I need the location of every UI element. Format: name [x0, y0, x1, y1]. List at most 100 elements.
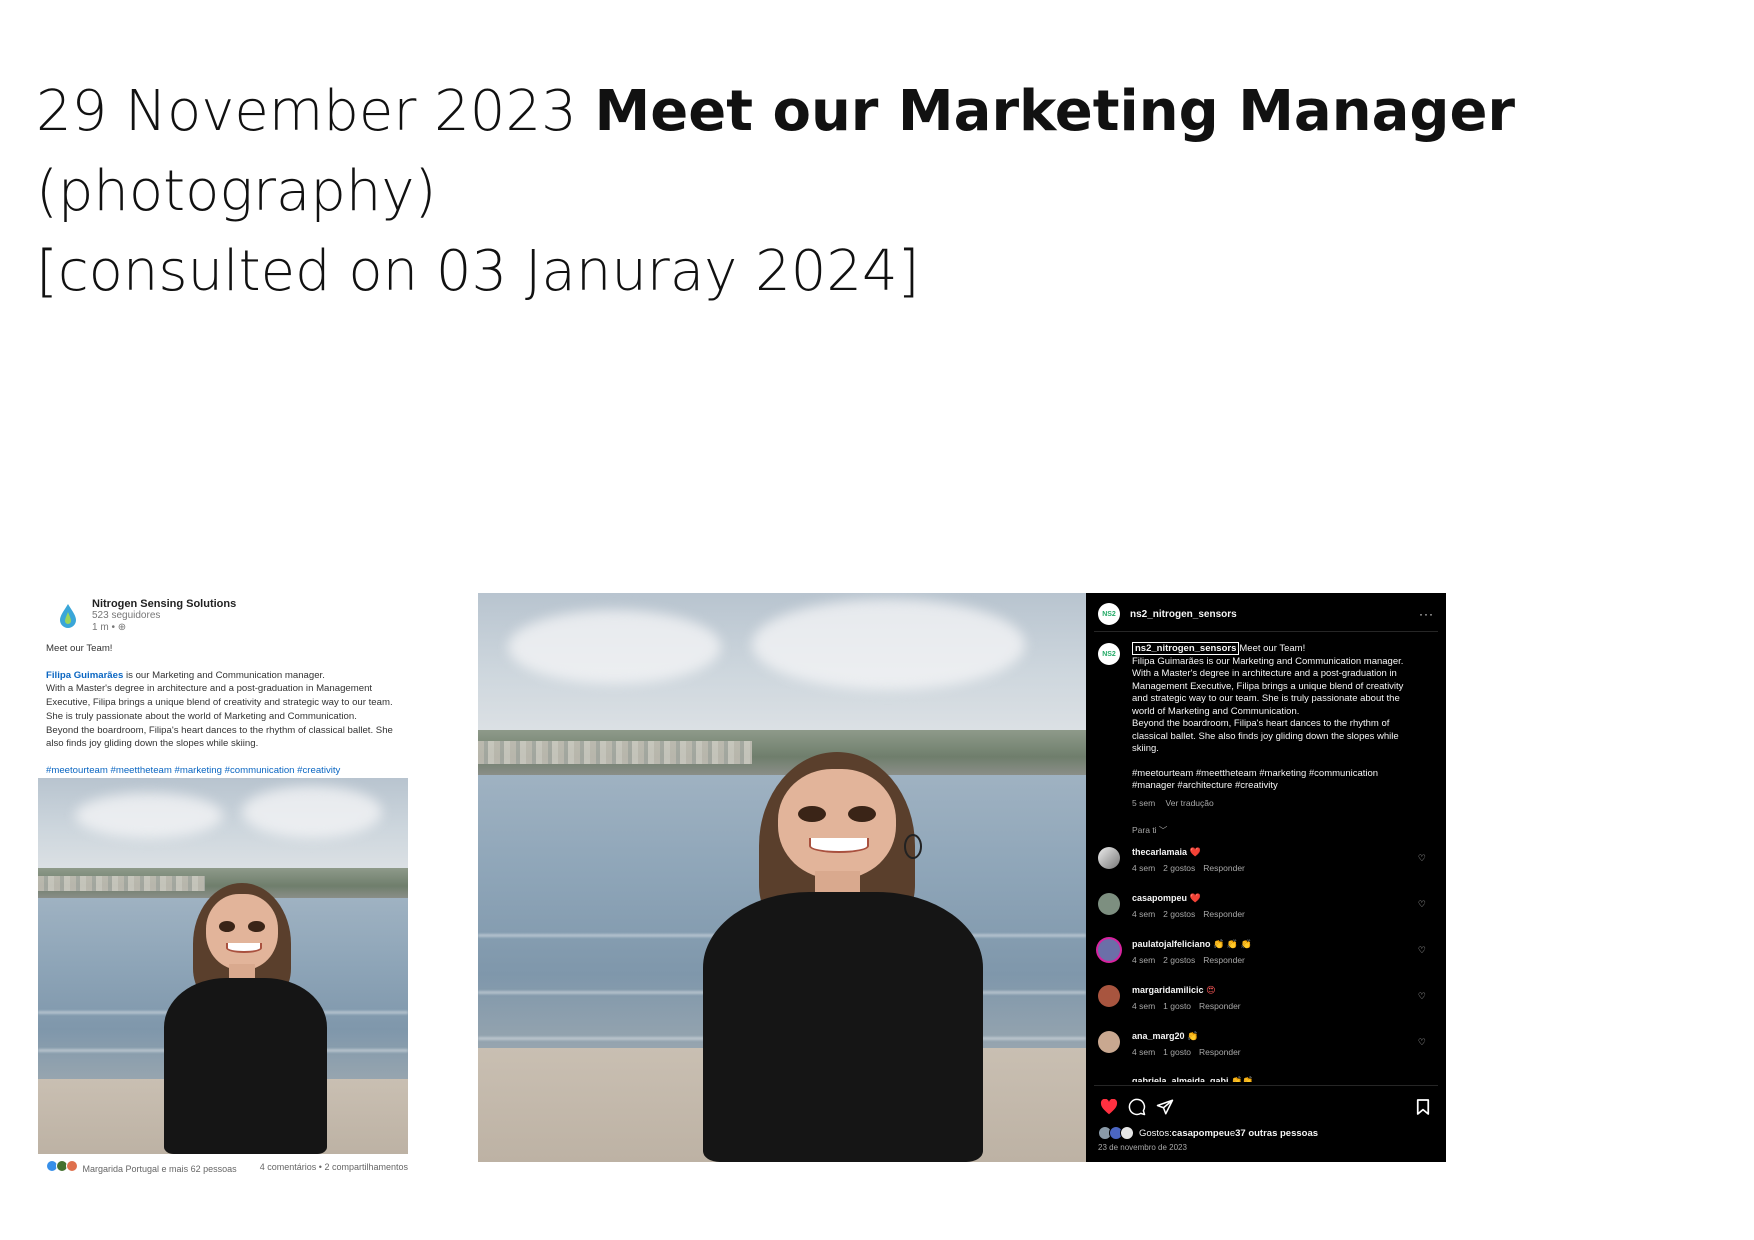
caption-line: Beyond the boardroom, Filipa's heart dan… — [1132, 718, 1390, 729]
comment-emoji: ❤️ — [1189, 893, 1201, 903]
comment-icon[interactable] — [1126, 1096, 1148, 1118]
instagram-post: NS2 ns2_nitrogen_sensors ··· NS2 ns2_nit… — [478, 593, 1446, 1162]
instagram-side-panel: NS2 ns2_nitrogen_sensors ··· NS2 ns2_nit… — [1086, 593, 1446, 1162]
comment-likes[interactable]: 2 gostos — [1163, 909, 1195, 919]
commenter-username[interactable]: casapompeu — [1132, 893, 1187, 903]
reply-button[interactable]: Responder — [1203, 955, 1245, 965]
comment-likes[interactable]: 1 gosto — [1163, 1047, 1191, 1057]
commenter-avatar[interactable] — [1098, 847, 1120, 869]
comment-emoji: 👏 👏 👏 — [1213, 939, 1252, 949]
header-line-3: [consulted on 03 Januray 2024] — [36, 239, 920, 304]
likes-user[interactable]: casapompeu — [1172, 1128, 1230, 1139]
caption-line: With a Master's degree in architecture a… — [1132, 668, 1397, 679]
more-options-icon[interactable]: ··· — [1419, 607, 1434, 621]
comment-text: thecarlamaia ❤️ — [1132, 847, 1201, 858]
post-hashtags[interactable]: #meetourteam #meettheteam #marketing #co… — [46, 764, 406, 778]
commenter-avatar[interactable] — [1098, 985, 1120, 1007]
comment-item: paulatojalfeliciano 👏 👏 👏 4 sem 2 gostos R… — [1098, 937, 1434, 983]
comment-likes[interactable]: 1 gosto — [1163, 1001, 1191, 1011]
commenter-avatar[interactable] — [1098, 893, 1120, 915]
comment-item: casapompeu ❤️ 4 sem 2 gostos Responder ♡ — [1098, 891, 1434, 937]
reactions-summary[interactable]: Margarida Portugal e mais 62 pessoas — [46, 1160, 237, 1174]
post-line-4: She is truly passionate about the world … — [46, 710, 357, 722]
comment-meta: 4 sem 1 gosto Responder — [1132, 1047, 1249, 1057]
comment-like-heart-icon[interactable]: ♡ — [1418, 853, 1426, 864]
comment-like-heart-icon[interactable]: ♡ — [1418, 1037, 1426, 1048]
caption-line: Filipa Guimarães is our Marketing and Co… — [1132, 655, 1404, 667]
reply-button[interactable]: Responder — [1199, 1047, 1241, 1057]
commenter-username[interactable]: margaridamilicic — [1132, 985, 1204, 995]
person-link[interactable]: Filipa Guimarães — [46, 670, 123, 681]
comment-text: margaridamilicic 😍 — [1132, 985, 1215, 996]
reply-button[interactable]: Responder — [1203, 909, 1245, 919]
comment-item: thecarlamaia ❤️ 4 sem 2 gostos Responder ♡ — [1098, 845, 1434, 891]
comment-like-heart-icon[interactable]: ♡ — [1418, 945, 1426, 956]
company-logo[interactable] — [50, 598, 86, 634]
caption-username[interactable]: ns2_nitrogen_sensors — [1132, 642, 1240, 655]
translate-link[interactable]: Ver tradução — [1166, 798, 1214, 808]
linkedin-post-footer: Margarida Portugal e mais 62 pessoas 4 c… — [46, 1160, 408, 1174]
post-line-2: With a Master's degree in architecture a… — [46, 683, 373, 695]
commenter-avatar[interactable] — [1098, 939, 1120, 961]
reply-button[interactable]: Responder — [1203, 863, 1245, 873]
comment-like-heart-icon[interactable]: ♡ — [1418, 899, 1426, 910]
header-divider — [1094, 631, 1438, 632]
caption-line: skiing. — [1132, 743, 1159, 754]
post-date: 23 de novembro de 2023 — [1098, 1143, 1187, 1152]
comment-emoji: 😍 — [1206, 985, 1216, 995]
post-age: 5 sem — [1132, 797, 1156, 808]
caption-avatar[interactable]: NS2 — [1098, 643, 1120, 665]
caption-intro: Meet our Team! — [1239, 643, 1306, 654]
commenter-username[interactable]: ana_marg20 — [1132, 1031, 1185, 1041]
account-avatar[interactable]: NS2 — [1098, 603, 1120, 625]
comment-age: 4 sem — [1132, 955, 1156, 965]
share-icon[interactable] — [1154, 1096, 1176, 1118]
comment-age: 4 sem — [1132, 1001, 1156, 1011]
post-line-5: Beyond the boardroom, Filipa's heart dan… — [46, 724, 393, 736]
globe-icon: ⊕ — [117, 622, 127, 633]
post-stats[interactable]: 4 comentários • 2 compartilhamentos — [260, 1162, 408, 1172]
love-reaction-icon — [66, 1160, 78, 1172]
company-meta: Nitrogen Sensing Solutions 523 seguidore… — [92, 598, 236, 634]
post-line-1-rest: is our Marketing and Communication manag… — [123, 669, 325, 681]
comment-item: margaridamilicic 😍 4 sem 1 gosto Responder… — [1098, 983, 1434, 1029]
post-intro: Meet our Team! — [46, 643, 113, 654]
commenter-avatar[interactable] — [1098, 1031, 1120, 1053]
likes-others[interactable]: 37 outras pessoas — [1235, 1128, 1318, 1139]
caption-line: and strategic way to our team. She is tr… — [1132, 693, 1400, 704]
likes-summary[interactable]: Gostos: casapompeu e 37 outras pessoas — [1098, 1126, 1318, 1140]
comment-text: paulatojalfeliciano 👏 👏 👏 — [1132, 939, 1252, 950]
comments-list: thecarlamaia ❤️ 4 sem 2 gostos Responder ♡… — [1098, 845, 1434, 1075]
partial-comment: gabriela_almeida_gabi 👏👏 — [1132, 1076, 1254, 1082]
linkedin-post: Nitrogen Sensing Solutions 523 seguidore… — [38, 590, 410, 1180]
post-line-6: also finds joy gliding down the slopes w… — [46, 738, 259, 750]
drop-logo-icon — [60, 604, 76, 628]
instagram-post-photo[interactable] — [478, 593, 1086, 1162]
comment-likes[interactable]: 2 gostos — [1163, 863, 1195, 873]
comment-meta: 4 sem 2 gostos Responder — [1132, 955, 1253, 965]
header-title: Meet our Marketing Manager — [594, 79, 1516, 144]
comment-like-heart-icon[interactable]: ♡ — [1418, 991, 1426, 1002]
save-bookmark-icon[interactable] — [1412, 1096, 1434, 1118]
comment-age: 4 sem — [1132, 1047, 1156, 1057]
linkedin-post-photo[interactable] — [38, 778, 408, 1154]
company-name[interactable]: Nitrogen Sensing Solutions — [92, 598, 236, 610]
commenter-username[interactable]: paulatojalfeliciano — [1132, 939, 1211, 949]
post-time-text: 1 m • — [92, 622, 115, 633]
post-time: 1 m • ⊕ — [92, 622, 236, 634]
comment-item: ana_marg20 👏 4 sem 1 gosto Responder ♡ — [1098, 1029, 1434, 1075]
comment-meta: 4 sem 1 gosto Responder — [1132, 1001, 1249, 1011]
caption-hashtags-1[interactable]: #meetourteam #meettheteam #marketing #co… — [1132, 768, 1422, 781]
commenter-username[interactable]: thecarlamaia — [1132, 847, 1187, 857]
post-caption: ns2_nitrogen_sensors Meet our Team! Filip… — [1132, 642, 1422, 809]
caption-line: classical ballet. She also finds joy gli… — [1132, 730, 1399, 742]
caption-line: world of Marketing and Communication. — [1132, 705, 1300, 717]
header-line-1: 29 November 2023 Meet our Marketing Mana… — [36, 72, 1636, 152]
like-heart-icon[interactable] — [1098, 1096, 1120, 1118]
caption-hashtags-2[interactable]: #manager #architecture #creativity — [1132, 780, 1422, 793]
comment-likes[interactable]: 2 gostos — [1163, 955, 1195, 965]
account-username[interactable]: ns2_nitrogen_sensors — [1130, 609, 1237, 620]
comment-filter-dropdown[interactable]: Para ti ﹀ — [1132, 824, 1167, 836]
reply-button[interactable]: Responder — [1199, 1001, 1241, 1011]
post-line-3: Executive, Filipa brings a unique blend … — [46, 697, 393, 709]
